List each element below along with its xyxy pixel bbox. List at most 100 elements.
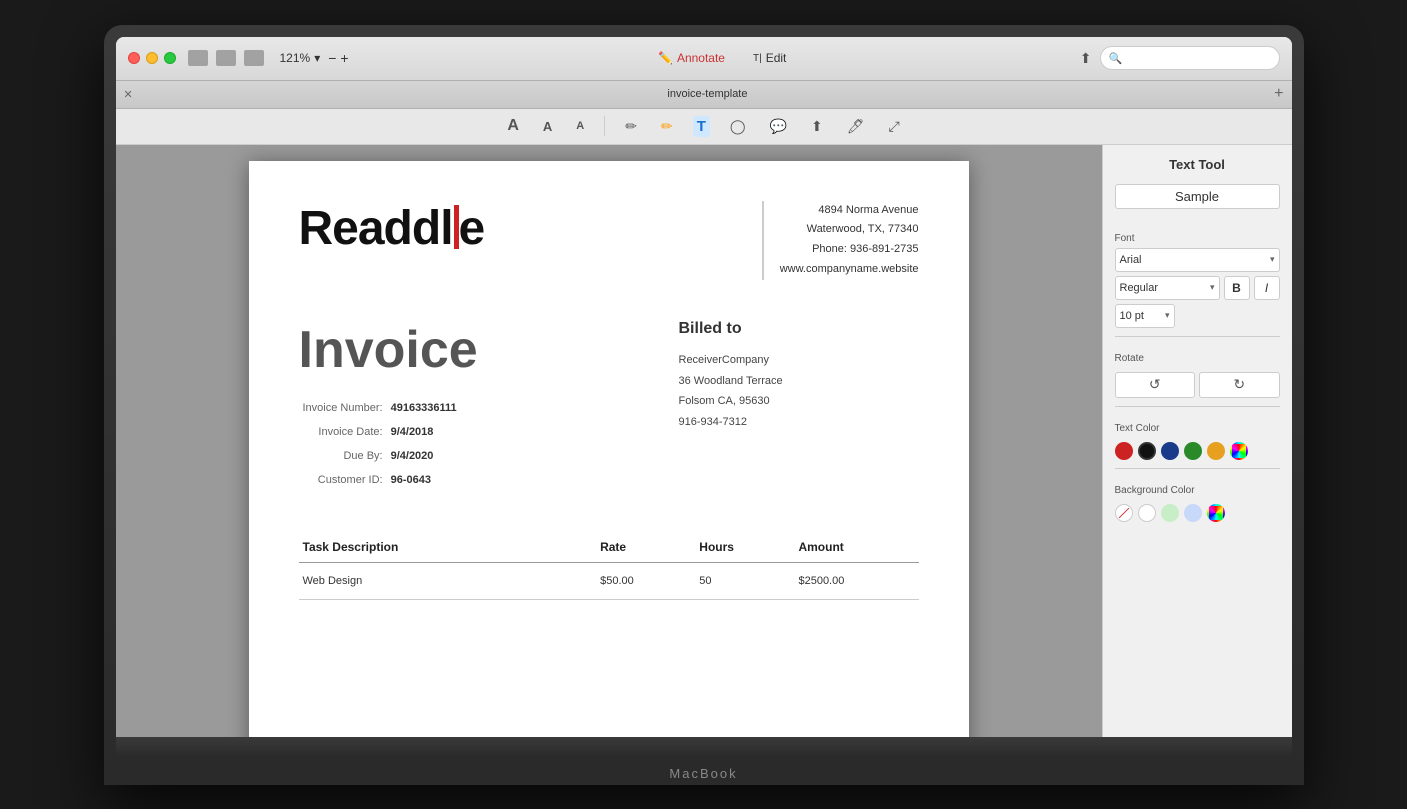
tab-add-button[interactable]: +: [1274, 85, 1283, 103]
bg-color-transparent[interactable]: [1115, 504, 1133, 522]
panel-divider-2: [1115, 406, 1280, 407]
bg-color-light-blue[interactable]: [1184, 504, 1202, 522]
invoice-number-row: Invoice Number: 49163336111: [299, 396, 461, 420]
invoice-number-value: 49163336111: [387, 396, 461, 420]
sidebar-toggle-icon[interactable]: [188, 50, 208, 66]
text-tool[interactable]: T: [693, 116, 710, 137]
pen-tool[interactable]: 🖊: [843, 116, 869, 137]
annotate-label: Annotate: [677, 51, 725, 65]
zoom-dropdown-icon: ▾: [314, 51, 320, 65]
search-box[interactable]: 🔍: [1100, 46, 1280, 70]
highlight-tool[interactable]: ✏: [657, 116, 677, 137]
text-small-tool[interactable]: A: [572, 118, 588, 134]
rotate-label: Rotate: [1115, 353, 1280, 364]
style-dropdown-arrow: ▾: [1210, 282, 1215, 293]
company-address: 4894 Norma Avenue Waterwood, TX, 77340 P…: [762, 201, 919, 280]
invoice-details: Invoice Number: 49163336111 Invoice Date…: [299, 396, 679, 492]
color-green[interactable]: [1184, 442, 1202, 460]
color-dark-blue[interactable]: [1161, 442, 1179, 460]
col-hours-header: Hours: [695, 532, 794, 563]
panel-divider-3: [1115, 468, 1280, 469]
invoice-date-label: Invoice Date:: [299, 420, 387, 444]
edit-button[interactable]: T| Edit: [753, 51, 786, 65]
logo-e: e: [459, 201, 485, 256]
invoice-due-row: Due By: 9/4/2020: [299, 444, 461, 468]
billed-to-title: Billed to: [679, 320, 919, 338]
tab-close-button[interactable]: ✕: [124, 88, 133, 101]
col-rate-header: Rate: [596, 532, 695, 563]
invoice-main: Invoice Invoice Number: 49163336111: [299, 320, 919, 492]
font-label: Font: [1115, 233, 1280, 244]
tab-title: invoice-template: [141, 88, 1274, 100]
color-orange[interactable]: [1207, 442, 1225, 460]
font-size-row: 10 pt ▾: [1115, 304, 1280, 328]
address-street: 4894 Norma Avenue: [780, 201, 919, 221]
bg-color-light-green[interactable]: [1161, 504, 1179, 522]
font-style-select[interactable]: Regular ▾: [1115, 276, 1220, 300]
bg-color-white[interactable]: [1138, 504, 1156, 522]
invoice-due-value: 9/4/2020: [387, 444, 461, 468]
items-table-header: Task Description Rate Hours Amount: [299, 532, 919, 563]
text-medium-tool[interactable]: A: [539, 117, 556, 136]
color-red[interactable]: [1115, 442, 1133, 460]
rotate-cw-button[interactable]: ↻: [1199, 372, 1280, 398]
receiver-company: ReceiverCompany: [679, 350, 919, 371]
traffic-lights: [128, 52, 176, 64]
color-spectrum[interactable]: [1230, 442, 1248, 460]
fullscreen-button[interactable]: [164, 52, 176, 64]
edit-label: Edit: [766, 51, 787, 65]
shape-tool[interactable]: ◯: [726, 116, 750, 137]
list-view-icon[interactable]: [244, 50, 264, 66]
row-hours: 50: [695, 562, 794, 599]
grid-view-icon[interactable]: [216, 50, 236, 66]
fullscreen-tool[interactable]: ⤢: [884, 116, 903, 137]
row-description: Web Design: [299, 562, 597, 599]
pdf-page: Readdle 4894 Norma Avenue Waterwood, TX,…: [249, 161, 969, 737]
font-size-select[interactable]: 10 pt ▾: [1115, 304, 1175, 328]
annotate-button[interactable]: ✏️ Annotate: [658, 51, 725, 65]
invoice-customer-label: Customer ID:: [299, 468, 387, 492]
row-amount: $2500.00: [794, 562, 918, 599]
address-website: www.companyname.website: [780, 260, 919, 280]
size-dropdown-arrow: ▾: [1165, 310, 1170, 321]
divider: [604, 116, 605, 136]
zoom-increase-icon[interactable]: +: [340, 50, 348, 66]
view-mode-icons: [188, 50, 264, 66]
font-value: Arial: [1120, 254, 1142, 266]
close-button[interactable]: [128, 52, 140, 64]
bg-color-spectrum[interactable]: [1207, 504, 1225, 522]
billed-details: ReceiverCompany 36 Woodland Terrace Fols…: [679, 350, 919, 434]
rotate-ccw-button[interactable]: ↺: [1115, 372, 1196, 398]
text-color-label: Text Color: [1115, 423, 1280, 434]
bg-color-label: Background Color: [1115, 485, 1280, 496]
text-resize-large-tool[interactable]: A: [503, 115, 523, 137]
panel-title: Text Tool: [1115, 157, 1280, 172]
right-panel: Text Tool Sample Font Arial ▾ Regular ▾ …: [1102, 145, 1292, 737]
stamp-tool[interactable]: ⬆: [807, 116, 827, 137]
address-phone: Phone: 936-891-2735: [780, 240, 919, 260]
panel-divider-1: [1115, 336, 1280, 337]
document-area[interactable]: Readdle 4894 Norma Avenue Waterwood, TX,…: [116, 145, 1102, 737]
screen-content: 121% ▾ − + ✏️ Annotate T| Edit ⬆: [116, 37, 1292, 737]
share-icon[interactable]: ⬆: [1080, 50, 1092, 67]
invoice-date-value: 9/4/2018: [387, 420, 461, 444]
screen-bezel: 121% ▾ − + ✏️ Annotate T| Edit ⬆: [116, 37, 1292, 737]
edit-text-icon: T|: [753, 53, 762, 64]
zoom-value: 121%: [280, 51, 311, 65]
minimize-button[interactable]: [146, 52, 158, 64]
sample-text: Sample: [1115, 184, 1280, 209]
font-dropdown-arrow: ▾: [1270, 254, 1275, 265]
note-tool[interactable]: 💬: [766, 116, 791, 137]
italic-button[interactable]: I: [1254, 276, 1280, 300]
table-header-row: Task Description Rate Hours Amount: [299, 532, 919, 563]
zoom-control[interactable]: 121% ▾ − +: [280, 50, 349, 66]
pencil-tool[interactable]: ✏: [621, 116, 641, 137]
color-black[interactable]: [1138, 442, 1156, 460]
bold-button[interactable]: B: [1224, 276, 1250, 300]
laptop-frame: 121% ▾ − + ✏️ Annotate T| Edit ⬆: [104, 25, 1304, 785]
zoom-decrease-icon[interactable]: −: [328, 50, 336, 66]
font-select[interactable]: Arial ▾: [1115, 248, 1280, 272]
row-rate: $50.00: [596, 562, 695, 599]
address-city: Waterwood, TX, 77340: [780, 220, 919, 240]
text-color-swatches: [1115, 442, 1280, 460]
